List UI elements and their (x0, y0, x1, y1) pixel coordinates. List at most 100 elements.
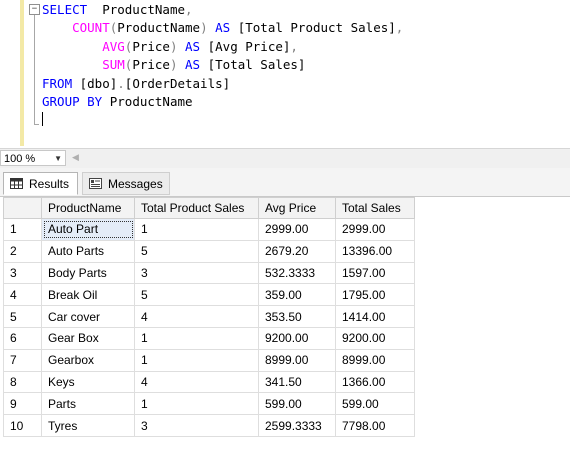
grid-cell[interactable]: 7798.00 (335, 414, 415, 437)
grid-cell[interactable]: 532.3333 (258, 261, 336, 285)
row-number-cell[interactable]: 7 (3, 348, 42, 372)
grid-corner-cell[interactable] (3, 197, 42, 219)
column-header-avg-price[interactable]: Avg Price (258, 197, 336, 219)
fold-guide-end (34, 124, 39, 125)
tab-results[interactable]: Results (3, 172, 78, 195)
sql-token: ) (200, 20, 208, 36)
row-number-cell[interactable]: 5 (3, 305, 42, 328)
grid-cell[interactable]: Parts (41, 392, 135, 416)
sql-token: , (290, 38, 298, 54)
fold-guide-line (34, 15, 35, 125)
grid-cell[interactable]: 1597.00 (335, 261, 415, 285)
code-line[interactable]: GROUP BY ProductName (42, 93, 403, 111)
results-grid-area[interactable]: ProductName Total Product Sales Avg Pric… (0, 197, 570, 468)
sql-token: [Avg Price] (200, 38, 291, 54)
row-number-cell[interactable]: 6 (3, 326, 42, 350)
grid-cell[interactable]: Car cover (41, 305, 135, 328)
tab-messages[interactable]: Messages (82, 172, 170, 195)
grid-cell[interactable]: 1 (134, 348, 259, 372)
query-editor[interactable]: − SELECT ProductName, COUNT(ProductName)… (0, 0, 570, 146)
results-grid-icon (10, 178, 23, 189)
grid-cell[interactable]: 359.00 (258, 283, 336, 307)
grid-cell[interactable]: 353.50 (258, 305, 336, 328)
grid-cell[interactable]: 599.00 (258, 392, 336, 416)
grid-cell[interactable]: 599.00 (335, 392, 415, 416)
sql-function: AVG (102, 38, 125, 54)
sql-function: COUNT (72, 20, 110, 36)
grid-cell[interactable]: Gear Box (41, 326, 135, 350)
grid-cell[interactable]: 5 (134, 239, 259, 263)
grid-cell[interactable]: 9200.00 (258, 326, 336, 350)
messages-icon (89, 178, 102, 189)
sql-token: Price (132, 57, 170, 73)
scroll-left-arrow-icon[interactable]: ◀ (72, 152, 79, 163)
text-caret (42, 112, 43, 127)
grid-cell[interactable]: Auto Part (41, 218, 135, 241)
row-number-cell[interactable]: 9 (3, 392, 42, 416)
row-number-cell[interactable]: 8 (3, 370, 42, 394)
table-row[interactable]: 2 Auto Parts 5 2679.20 13396.00 (3, 239, 415, 263)
grid-cell[interactable]: 3 (134, 414, 259, 437)
grid-cell[interactable]: 9200.00 (335, 326, 415, 350)
grid-cell[interactable]: 4 (134, 305, 259, 328)
grid-cell[interactable]: 1366.00 (335, 370, 415, 394)
tab-results-label: Results (29, 177, 70, 191)
sql-token: , (185, 2, 193, 17)
column-header-total-product-sales[interactable]: Total Product Sales (134, 197, 259, 219)
grid-cell[interactable]: 5 (134, 283, 259, 307)
row-number-cell[interactable]: 2 (3, 239, 42, 263)
table-row[interactable]: 9 Parts 1 599.00 599.00 (3, 392, 415, 416)
grid-cell[interactable]: 1 (134, 218, 259, 241)
grid-cell[interactable]: 8999.00 (258, 348, 336, 372)
row-number-cell[interactable]: 3 (3, 261, 42, 285)
table-row[interactable]: 7 Gearbox 1 8999.00 8999.00 (3, 348, 415, 372)
zoom-dropdown[interactable]: 100 % ▼ (0, 150, 66, 166)
grid-cell[interactable]: 1414.00 (335, 305, 415, 328)
code-line[interactable]: COUNT(ProductName) AS [Total Product Sal… (42, 19, 403, 37)
table-row[interactable]: 1 Auto Part 1 2999.00 2999.00 (3, 218, 415, 241)
grid-cell[interactable]: Gearbox (41, 348, 135, 372)
grid-cell[interactable]: 1 (134, 326, 259, 350)
collapse-region-icon[interactable]: − (29, 4, 40, 15)
table-row[interactable]: 3 Body Parts 3 532.3333 1597.00 (3, 261, 415, 285)
grid-cell[interactable]: 2599.3333 (258, 414, 336, 437)
grid-cell[interactable]: 2999.00 (335, 218, 415, 241)
sql-code[interactable]: SELECT ProductName, COUNT(ProductName) A… (42, 1, 403, 130)
table-row[interactable]: 8 Keys 4 341.50 1366.00 (3, 370, 415, 394)
zoom-value: 100 % (4, 153, 36, 165)
code-line[interactable]: SUM(Price) AS [Total Sales] (42, 56, 403, 74)
grid-cell[interactable]: 2679.20 (258, 239, 336, 263)
results-grid[interactable]: ProductName Total Product Sales Avg Pric… (3, 197, 415, 437)
code-line[interactable]: FROM [dbo].[OrderDetails] (42, 75, 403, 93)
sql-token: ProductName (102, 94, 193, 110)
column-header-productname[interactable]: ProductName (41, 197, 135, 219)
table-row[interactable]: 10 Tyres 3 2599.3333 7798.00 (3, 414, 415, 437)
table-row[interactable]: 5 Car cover 4 353.50 1414.00 (3, 305, 415, 328)
grid-cell[interactable]: 1795.00 (335, 283, 415, 307)
grid-cell[interactable]: 1 (134, 392, 259, 416)
grid-cell[interactable]: 8999.00 (335, 348, 415, 372)
column-header-total-sales[interactable]: Total Sales (335, 197, 415, 219)
row-number-cell[interactable]: 10 (3, 414, 42, 437)
grid-cell[interactable]: 4 (134, 370, 259, 394)
grid-cell[interactable]: Keys (41, 370, 135, 394)
sql-keyword: FROM (42, 75, 73, 91)
row-number-cell[interactable]: 4 (3, 283, 42, 307)
grid-cell[interactable]: Body Parts (41, 261, 135, 285)
grid-cell[interactable]: 341.50 (258, 370, 336, 394)
row-number-cell[interactable]: 1 (3, 218, 42, 241)
code-line[interactable]: AVG(Price) AS [Avg Price], (42, 38, 403, 56)
table-row[interactable]: 4 Break Oil 5 359.00 1795.00 (3, 283, 415, 307)
grid-cell[interactable]: 3 (134, 261, 259, 285)
editor-status-strip: 100 % ▼ ◀ (0, 148, 570, 169)
grid-cell[interactable]: Auto Parts (41, 239, 135, 263)
table-row[interactable]: 6 Gear Box 1 9200.00 9200.00 (3, 326, 415, 350)
grid-cell[interactable]: Tyres (41, 414, 135, 437)
grid-cell[interactable]: 2999.00 (258, 218, 336, 241)
grid-cell[interactable]: 13396.00 (335, 239, 415, 263)
code-line[interactable]: SELECT ProductName, (42, 1, 403, 19)
grid-cell[interactable]: Break Oil (41, 283, 135, 307)
code-line[interactable] (42, 111, 403, 129)
